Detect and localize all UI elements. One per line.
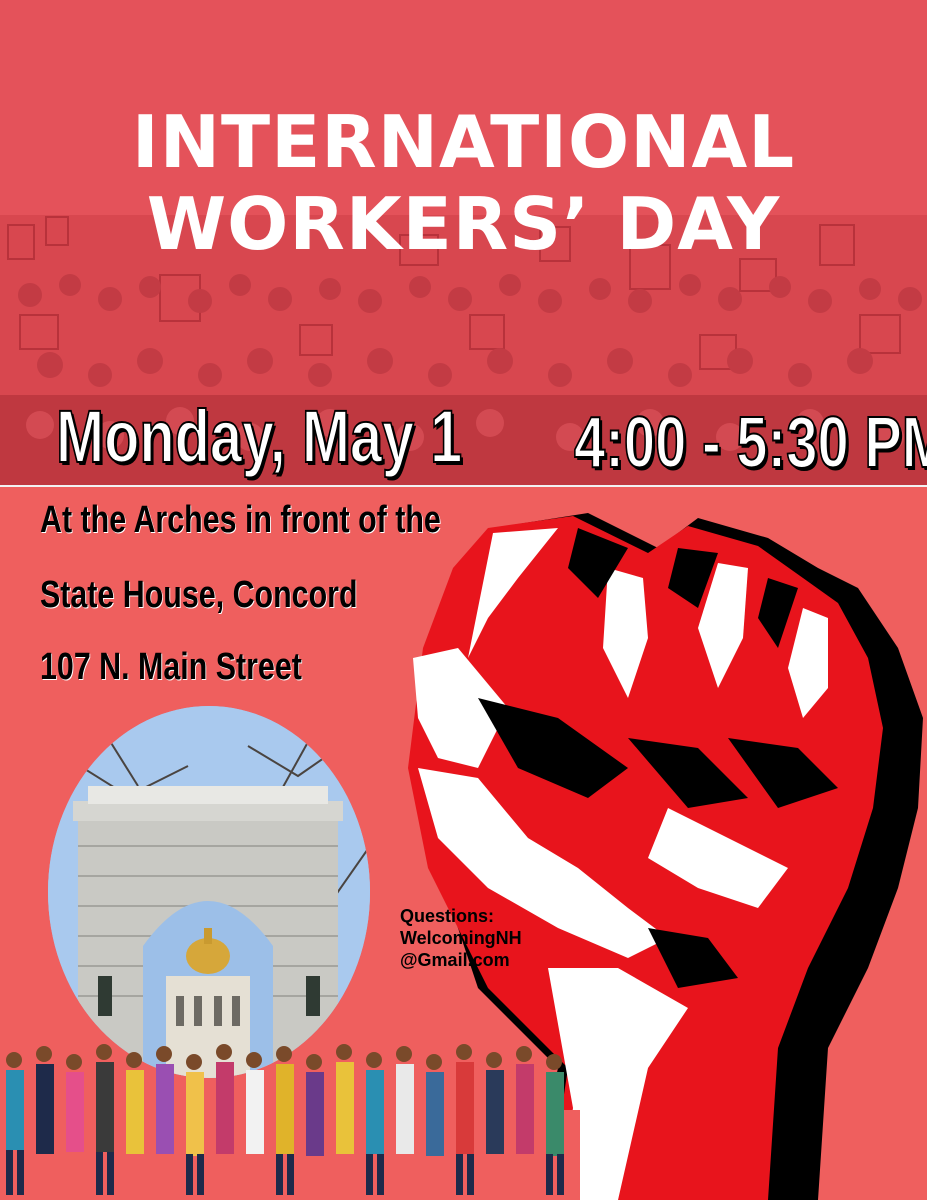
venue-address: 107 N. Main Street xyxy=(40,646,302,688)
banner-divider xyxy=(0,485,927,487)
title-banner: INTERNATIONAL WORKERS’ DAY Monday, May 1… xyxy=(0,0,927,485)
venue-line-1: At the Arches in front of the xyxy=(40,499,441,541)
contact-line-2: @Gmail.com xyxy=(400,950,510,970)
event-date: Monday, May 1 xyxy=(55,394,463,479)
state-house-arch-photo xyxy=(48,706,370,1078)
title-line-1: INTERNATIONAL xyxy=(131,100,796,184)
poster: INTERNATIONAL WORKERS’ DAY Monday, May 1… xyxy=(0,0,927,1200)
venue-line-2: State House, Concord xyxy=(40,574,358,616)
contact-line-1: WelcomingNH xyxy=(400,928,522,948)
diverse-crowd-illustration xyxy=(0,1044,580,1200)
title-line-2: WORKERS’ DAY xyxy=(146,182,781,266)
event-time: 4:00 - 5:30 PM xyxy=(573,402,927,484)
contact-info: Questions: WelcomingNH @Gmail.com xyxy=(400,905,522,971)
contact-label: Questions: xyxy=(400,906,495,926)
